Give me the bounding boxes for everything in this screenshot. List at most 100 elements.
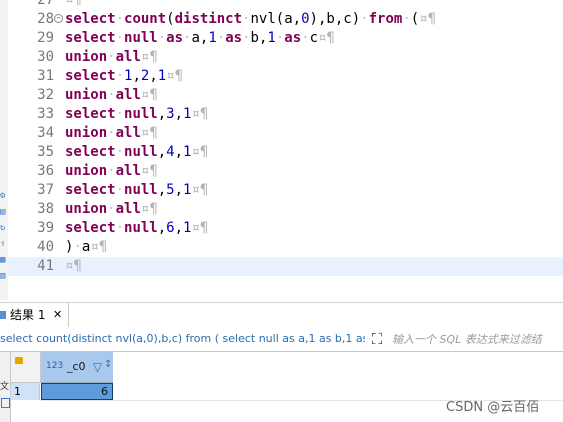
panel-icon[interactable]: ▦ bbox=[0, 256, 7, 265]
code-line[interactable]: 27 ¤¶ bbox=[8, 0, 563, 10]
sql-keyword: null bbox=[124, 182, 158, 198]
sql-keyword: select bbox=[65, 220, 116, 236]
refresh-icon[interactable]: ↻ bbox=[0, 224, 7, 233]
whitespace-marker: · bbox=[115, 220, 125, 236]
sql-keyword: count bbox=[124, 11, 167, 27]
column-sort-icon[interactable]: ↕ bbox=[104, 359, 112, 370]
sql-token: , bbox=[149, 68, 158, 84]
whitespace-marker: · bbox=[115, 182, 125, 198]
whitespace-marker: · bbox=[107, 125, 116, 141]
sql-keyword: select bbox=[65, 144, 116, 160]
code-line[interactable]: 38 union·all¤¶ bbox=[8, 200, 563, 219]
sql-token: , bbox=[132, 68, 141, 84]
sql-keyword: all bbox=[115, 87, 141, 103]
sql-keyword: from bbox=[368, 11, 403, 27]
whitespace-marker: · bbox=[115, 68, 125, 84]
export-icon[interactable]: ⇪ bbox=[0, 240, 7, 249]
code-text: select·null,3,1¤¶ bbox=[65, 105, 208, 124]
tool-icon[interactable]: ▤ bbox=[0, 208, 7, 217]
whitespace-marker: · bbox=[107, 163, 116, 179]
sql-token: a bbox=[191, 30, 200, 46]
code-text: select·1,2,1¤¶ bbox=[65, 67, 183, 86]
code-text: union·all¤¶ bbox=[65, 86, 158, 105]
code-line[interactable]: 36 union·all¤¶ bbox=[8, 162, 563, 181]
sql-editor[interactable]: 27 ¤¶ 28− select·count(distinct·nvl(a,0),b,… bbox=[8, 0, 563, 300]
sql-keyword: select bbox=[65, 11, 116, 27]
sql-keyword: union bbox=[65, 201, 108, 217]
code-line[interactable]: 41 ¤¶ bbox=[8, 257, 563, 276]
vertical-tab[interactable]: 文 bbox=[0, 380, 10, 394]
sql-token: b bbox=[326, 11, 335, 27]
fold-icon[interactable]: − bbox=[54, 14, 63, 23]
left-tool-strip: ⚙ ▤ ↻ ⇪ ▦ ▥ bbox=[0, 0, 8, 300]
column-header[interactable]: 123 _c0 ▽ ↕ bbox=[41, 352, 114, 383]
line-number: 31 bbox=[37, 68, 54, 84]
code-line[interactable]: 34 union·all¤¶ bbox=[8, 124, 563, 143]
code-line[interactable]: 32 union·all¤¶ bbox=[8, 86, 563, 105]
code-line[interactable]: 33 select·null,3,1¤¶ bbox=[8, 105, 563, 124]
filter-input[interactable] bbox=[392, 327, 563, 351]
sql-number: 5 bbox=[166, 182, 175, 198]
code-line[interactable]: 40)·a¤¶ bbox=[8, 238, 563, 257]
doc-icon[interactable]: ▥ bbox=[0, 272, 7, 281]
code-line[interactable]: 35 select·null,4,1¤¶ bbox=[8, 143, 563, 162]
line-number: 39 bbox=[37, 220, 54, 236]
line-number: 28 bbox=[37, 11, 54, 27]
watermark: CSDN @云百佰 bbox=[446, 400, 540, 415]
sql-token: b bbox=[250, 30, 259, 46]
sql-token: , bbox=[174, 144, 184, 160]
expand-icon[interactable]: ⛶ bbox=[369, 331, 385, 347]
whitespace-marker: · bbox=[107, 49, 116, 65]
sql-number: 0 bbox=[301, 11, 310, 27]
line-end-marker: ¤¶ bbox=[140, 163, 158, 179]
line-number: 41 bbox=[37, 258, 54, 274]
code-text: ¤¶ bbox=[65, 0, 82, 10]
sql-number: 6 bbox=[166, 220, 175, 236]
code-text: union·all¤¶ bbox=[65, 124, 158, 143]
sql-token: , bbox=[174, 106, 184, 122]
line-end-marker: ¤¶ bbox=[65, 258, 82, 274]
sql-keyword: null bbox=[124, 144, 158, 160]
sql-keyword: as bbox=[166, 30, 184, 46]
code-text: select·count(distinct·nvl(a,0),b,c)·from… bbox=[65, 10, 436, 29]
code-text: select·null,6,1¤¶ bbox=[65, 219, 208, 238]
code-text: ¤¶ bbox=[65, 257, 82, 276]
sql-token: , bbox=[157, 144, 167, 160]
column-filter-icon[interactable]: ▽ bbox=[93, 360, 102, 374]
sql-token: ( bbox=[166, 11, 175, 27]
sql-number: 3 bbox=[166, 106, 175, 122]
sql-keyword: union bbox=[65, 87, 108, 103]
line-end-marker: ¤¶ bbox=[166, 68, 184, 84]
tool-icon[interactable]: ⚙ bbox=[0, 192, 7, 201]
sql-keyword: distinct bbox=[174, 11, 243, 27]
code-line[interactable]: 31 select·1,2,1¤¶ bbox=[8, 67, 563, 86]
sql-keyword: union bbox=[65, 125, 108, 141]
line-end-marker: ¤¶ bbox=[140, 201, 158, 217]
sql-token: ( bbox=[275, 11, 285, 27]
filter-bar: select count(distinct nvl(a,0),b,c) from… bbox=[0, 327, 563, 352]
table-cell[interactable]: 6 bbox=[41, 383, 113, 400]
grid-view-icon[interactable] bbox=[1, 398, 10, 408]
line-number: 36 bbox=[37, 163, 54, 179]
sql-keyword: union bbox=[65, 163, 108, 179]
sql-keyword: null bbox=[124, 220, 158, 236]
column-name: _c0 bbox=[67, 360, 86, 373]
sql-keyword: all bbox=[115, 125, 141, 141]
code-line[interactable]: 39 select·null,6,1¤¶ bbox=[8, 219, 563, 238]
code-text: union·all¤¶ bbox=[65, 48, 158, 67]
line-number: 30 bbox=[37, 49, 54, 65]
sql-number: 1 bbox=[267, 30, 276, 46]
code-line[interactable]: 30 union·all¤¶ bbox=[8, 48, 563, 67]
code-line[interactable]: 28− select·count(distinct·nvl(a,0),b,c)·f… bbox=[8, 10, 563, 29]
lock-icon bbox=[15, 357, 23, 364]
sql-keyword: union bbox=[65, 49, 108, 65]
whitespace-marker: · bbox=[275, 30, 285, 46]
whitespace-marker: · bbox=[115, 11, 125, 27]
tab-results-1[interactable]: 结果 1 ✕ bbox=[0, 303, 69, 327]
line-number: 40 bbox=[37, 239, 54, 255]
whitespace-marker: · bbox=[216, 30, 226, 46]
code-line[interactable]: 29 select·null·as·a,1·as·b,1·as·c¤¶ bbox=[8, 29, 563, 48]
code-line[interactable]: 37 select·null,5,1¤¶ bbox=[8, 181, 563, 200]
close-icon[interactable]: ✕ bbox=[53, 303, 62, 327]
row-number[interactable]: 1 bbox=[11, 383, 40, 400]
